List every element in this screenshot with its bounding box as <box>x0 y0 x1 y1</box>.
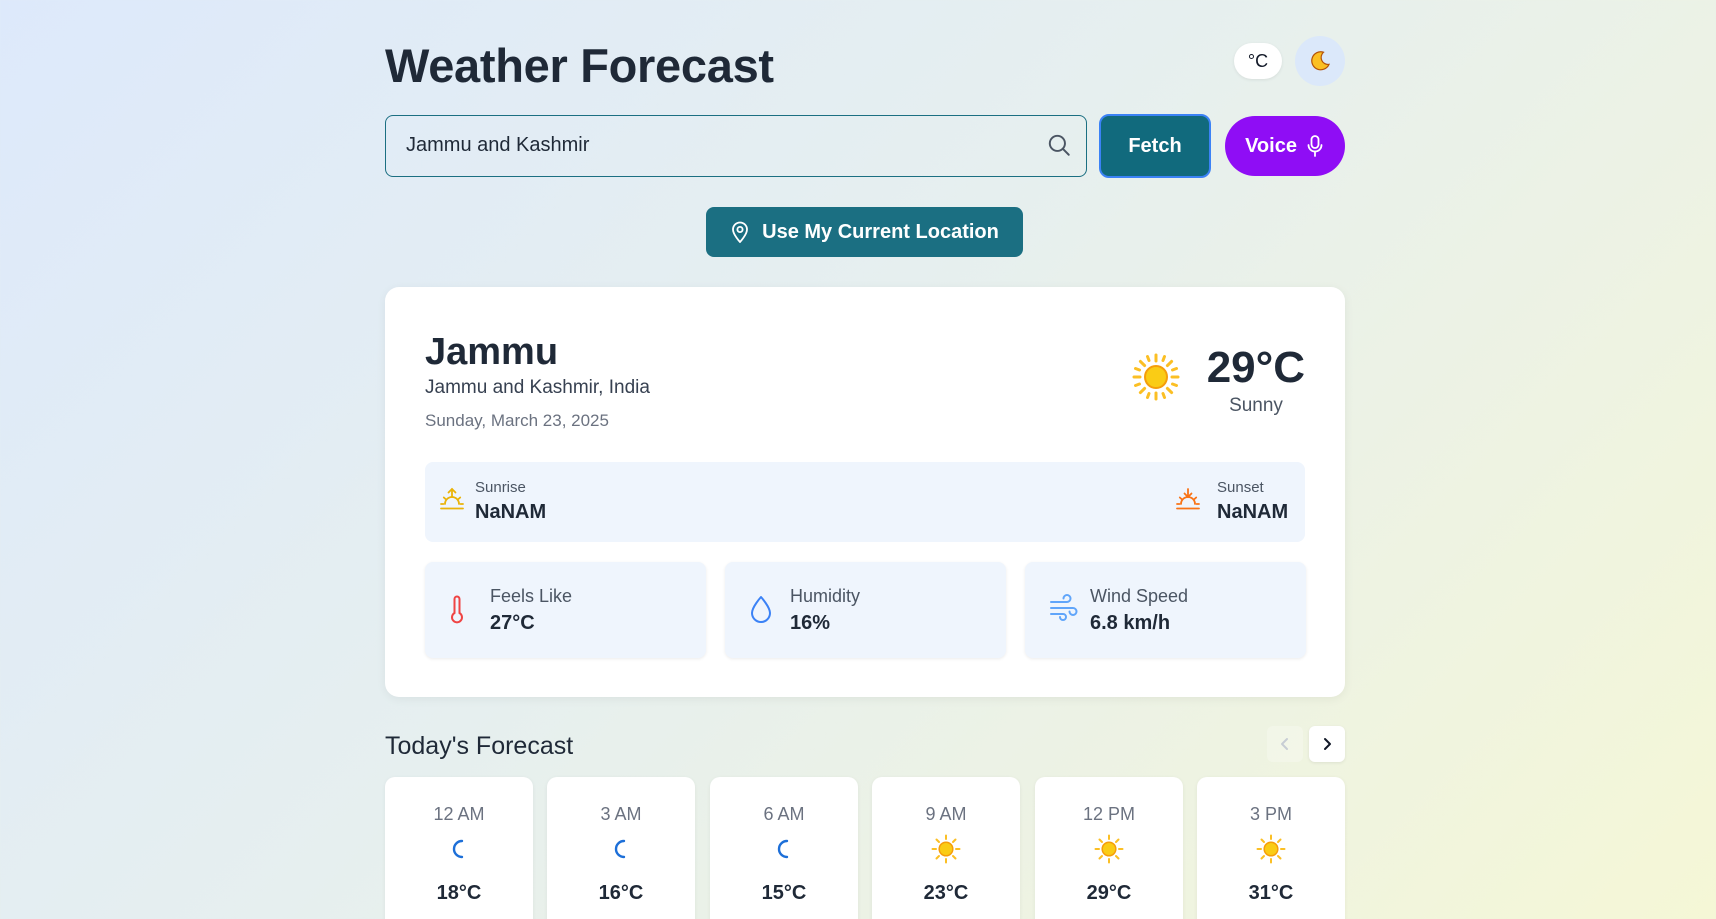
forecast-time: 12 PM <box>1082 804 1136 824</box>
map-pin-icon <box>732 221 749 243</box>
humidity-label: Humidity <box>790 586 861 606</box>
humidity-value: 16% <box>790 612 831 634</box>
fetch-button[interactable]: Fetch <box>1099 114 1211 178</box>
header: Weather Forecast °C <box>385 36 1345 92</box>
forecast-item: 12 AM 18°C <box>385 777 533 919</box>
forecast-time: 12 AM <box>433 804 485 824</box>
sunrise-value: NaNAM <box>475 501 547 523</box>
sun-icon <box>1094 834 1124 864</box>
forecast-temp: 31°C <box>1248 882 1294 904</box>
feels-like-label: Feels Like <box>490 586 573 606</box>
forecast-list: 12 AM 18°C 3 AM 16°C 6 AM 15°C 9 AM 23°C… <box>385 777 1345 919</box>
sun-icon <box>1132 353 1180 401</box>
current-condition: Sunny <box>1229 395 1283 416</box>
wind-speed-label: Wind Speed <box>1090 586 1189 606</box>
moon-icon <box>777 839 789 859</box>
forecast-next-button[interactable] <box>1309 726 1345 762</box>
search-input[interactable] <box>386 116 1026 175</box>
forecast-item: 12 PM 29°C <box>1035 777 1183 919</box>
sunrise-label: Sunrise <box>475 479 526 496</box>
forecast-temp: 15°C <box>761 882 807 904</box>
chevron-right-icon <box>1324 738 1331 750</box>
feels-like-value: 27°C <box>490 612 535 634</box>
feels-like-card: Feels Like 27°C <box>425 562 706 658</box>
sunrise-icon <box>440 487 464 510</box>
forecast-title: Today's Forecast <box>385 732 574 760</box>
wind-speed-value: 6.8 km/h <box>1090 612 1171 634</box>
city-name: Jammu <box>425 331 559 373</box>
current-weather-card: Jammu Jammu and Kashmir, India Sunday, M… <box>385 287 1345 697</box>
wind-icon <box>1050 594 1078 621</box>
forecast-temp: 16°C <box>598 882 644 904</box>
thermometer-icon <box>451 595 463 624</box>
forecast-time: 9 AM <box>925 804 967 824</box>
forecast-item: 9 AM 23°C <box>872 777 1020 919</box>
moon-icon <box>614 839 626 859</box>
moon-icon <box>1311 51 1330 71</box>
forecast-temp: 18°C <box>436 882 482 904</box>
search-box <box>385 115 1087 177</box>
sunset-icon <box>1176 488 1200 510</box>
page-title: Weather Forecast <box>385 39 774 92</box>
forecast-time: 3 AM <box>600 804 642 824</box>
moon-icon <box>452 839 464 859</box>
humidity-card: Humidity 16% <box>725 562 1006 658</box>
wind-speed-card: Wind Speed 6.8 km/h <box>1025 562 1306 658</box>
forecast-temp: 29°C <box>1086 882 1132 904</box>
sunset-value: NaNAM <box>1217 501 1289 523</box>
current-date: Sunday, March 23, 2025 <box>425 411 609 430</box>
current-temperature: 29°C <box>1206 343 1305 392</box>
use-current-location-button[interactable]: Use My Current Location <box>706 207 1023 257</box>
sun-times-panel: Sunrise NaNAM Sunset NaNAM <box>425 462 1305 542</box>
sunset-label: Sunset <box>1217 479 1264 496</box>
sun-icon <box>1256 834 1286 864</box>
forecast-temp: 23°C <box>923 882 969 904</box>
voice-button-label: Voice <box>1245 134 1297 157</box>
forecast-prev-button[interactable] <box>1267 726 1303 762</box>
forecast-time: 6 AM <box>763 804 805 824</box>
chevron-left-icon <box>1281 738 1288 750</box>
location-button-label: Use My Current Location <box>762 220 999 243</box>
voice-button[interactable]: Voice <box>1225 116 1345 176</box>
forecast-time: 3 PM <box>1249 804 1292 824</box>
forecast-item: 3 AM 16°C <box>547 777 695 919</box>
theme-toggle-button[interactable] <box>1295 36 1345 86</box>
forecast-item: 3 PM 31°C <box>1197 777 1345 919</box>
microphone-icon <box>1307 135 1323 157</box>
sun-icon <box>931 834 961 864</box>
forecast-item: 6 AM 15°C <box>710 777 858 919</box>
search-icon[interactable] <box>1046 132 1072 158</box>
unit-toggle-button[interactable]: °C <box>1234 43 1282 79</box>
droplet-icon <box>751 596 771 623</box>
region-name: Jammu and Kashmir, India <box>425 377 650 398</box>
